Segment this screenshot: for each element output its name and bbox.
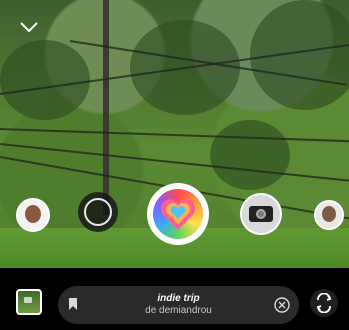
empty-ring-icon — [84, 198, 112, 226]
chevron-down-icon[interactable] — [20, 22, 38, 32]
avatar — [322, 206, 336, 222]
gallery-thumbnail[interactable] — [16, 289, 42, 315]
effect-avatar-2[interactable] — [314, 200, 344, 230]
capture-button[interactable] — [147, 183, 209, 245]
flip-camera-icon — [316, 293, 332, 313]
effect-none-button[interactable] — [78, 192, 118, 232]
effect-creator: de demiandrou — [145, 305, 212, 316]
effect-info-pill[interactable]: indie trip de demiandrou — [58, 286, 299, 324]
effect-title: indie trip — [157, 293, 200, 304]
lens-icon — [256, 209, 266, 219]
avatar — [25, 205, 41, 223]
utility-pole — [103, 0, 109, 215]
heart-icon — [160, 199, 196, 230]
power-line — [0, 143, 349, 183]
power-line — [0, 128, 349, 143]
effect-avatar-1[interactable] — [16, 198, 50, 232]
tree-foliage — [0, 40, 90, 120]
flip-camera-button[interactable] — [310, 289, 338, 317]
effect-camera-thumbnail[interactable] — [240, 193, 282, 235]
close-circle-icon[interactable] — [274, 297, 290, 313]
tree-foliage — [210, 120, 290, 190]
